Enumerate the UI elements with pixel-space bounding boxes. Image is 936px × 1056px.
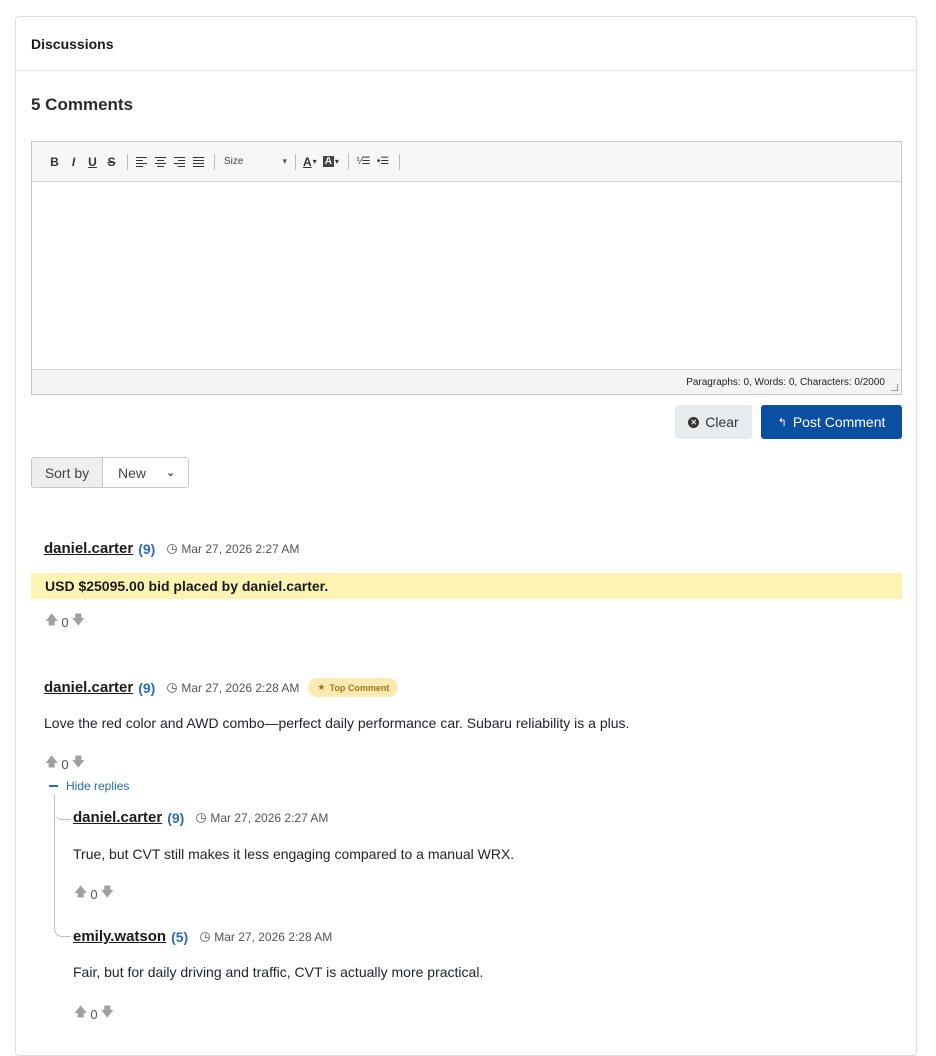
reply-header: daniel.carter (9) Mar 27, 2026 2:27 AM [73,809,328,826]
badge-label: Top Comment [329,682,390,693]
clear-button[interactable]: ✕ Clear [675,405,752,439]
bid-highlight: USD $25095.00 bid placed by daniel.carte… [31,573,902,599]
reply-timestamp: Mar 27, 2026 2:27 AM [196,811,328,825]
reply-username[interactable]: emily.watson [73,928,166,945]
background-color-icon[interactable]: A ▾ [321,152,341,172]
comment-timestamp: Mar 27, 2026 2:28 AM [167,681,299,695]
bold-icon[interactable]: B [46,152,63,172]
reply-votes: 🡅 0 🡇 [74,883,114,905]
align-left-icon[interactable] [133,152,150,172]
font-color-label: A [303,154,312,169]
reply-icon: ↰ [777,416,787,429]
comment-header: daniel.carter (9) Mar 27, 2026 2:28 AM ★… [44,678,399,697]
downvote-icon[interactable]: 🡇 [72,753,85,775]
editor-counts: Paragraphs: 0, Words: 0, Characters: 0/2… [686,376,885,388]
toolbar-separator [127,153,128,170]
minus-icon [49,785,58,787]
comment-text: Love the red color and AWD combo—perfect… [44,715,630,731]
star-icon: ★ [317,682,326,692]
vote-count: 0 [90,1006,98,1022]
panel-title: Discussions [16,17,916,71]
comment-text-area[interactable] [32,182,901,369]
clock-icon [196,812,207,823]
align-center-icon[interactable] [152,152,169,172]
timestamp-text: Mar 27, 2026 2:28 AM [214,929,333,944]
align-justify-icon[interactable] [190,152,207,172]
italic-icon[interactable]: I [65,152,82,172]
font-size-select[interactable]: Size ▾ [220,152,290,172]
toolbar-separator [214,153,215,170]
reply-votes: 🡅 0 🡇 [74,1003,114,1025]
comment-username[interactable]: daniel.carter [44,540,133,557]
sort-label: Sort by [32,458,103,487]
clock-icon [200,931,211,942]
toolbar-separator [398,153,400,170]
hide-replies-label: Hide replies [66,779,130,793]
comment-username[interactable]: daniel.carter [44,679,133,696]
upvote-icon[interactable]: 🡅 [45,611,58,633]
thread-connector [54,795,71,937]
post-comment-label: Post Comment [792,414,886,430]
clear-button-label: Clear [705,414,739,430]
underline-icon[interactable]: U [84,152,101,172]
upvote-icon[interactable]: 🡅 [74,883,87,905]
comment-header: daniel.carter (9) Mar 27, 2026 2:27 AM [44,540,299,557]
vote-count: 0 [61,756,69,772]
editor-toolbar: B I U S Size ▾ A ▾ A ▾ ⅟☰ •☰ [32,142,901,182]
vote-count: 0 [61,614,69,630]
timestamp-text: Mar 27, 2026 2:28 AM [181,680,300,695]
font-color-icon[interactable]: A ▾ [301,152,319,172]
top-comment-badge: ★ Top Comment [308,678,399,697]
upvote-icon[interactable]: 🡅 [74,1003,87,1025]
clock-icon [167,543,178,554]
font-size-label: Size [224,156,244,167]
discussions-panel: Discussions 5 Comments B I U S Size ▾ A … [15,16,917,1056]
reply-timestamp: Mar 27, 2026 2:28 AM [200,930,332,944]
reply-username[interactable]: daniel.carter [73,809,162,826]
caret-down-icon: ▾ [282,156,287,166]
timestamp-text: Mar 27, 2026 2:27 AM [181,541,300,556]
sort-control: Sort by New ⌄ [31,457,189,488]
reply-header: emily.watson (5) Mar 27, 2026 2:28 AM [73,928,332,945]
resize-handle-icon[interactable] [891,384,898,391]
clock-icon [167,682,178,693]
sort-select[interactable]: New ⌄ [103,458,188,487]
comment-votes: 🡅 0 🡇 [45,753,85,775]
toolbar-separator [347,153,349,170]
toolbar-separator [295,153,296,170]
user-reputation: (5) [171,928,189,945]
reply-text: Fair, but for daily driving and traffic,… [73,964,484,980]
sort-selected: New [118,464,147,481]
strikethrough-icon[interactable]: S [103,152,120,172]
user-reputation: (9) [167,809,185,826]
align-right-icon[interactable] [171,152,188,172]
unordered-list-icon[interactable]: •☰ [375,152,392,172]
chevron-down-icon: ⌄ [166,467,176,479]
comments-count: 5 Comments [31,95,134,114]
bg-color-label: A [322,156,334,167]
hide-replies-link[interactable]: Hide replies [49,779,129,793]
vote-count: 0 [90,886,98,902]
user-reputation: (9) [138,540,156,557]
timestamp-text: Mar 27, 2026 2:27 AM [210,810,329,825]
downvote-icon[interactable]: 🡇 [72,611,85,633]
downvote-icon[interactable]: 🡇 [101,883,114,905]
editor-status-bar: Paragraphs: 0, Words: 0, Characters: 0/2… [32,369,901,394]
ordered-list-icon[interactable]: ⅟☰ [354,152,373,172]
clear-icon: ✕ [688,416,700,428]
comment-timestamp: Mar 27, 2026 2:27 AM [167,542,299,556]
comment-editor: B I U S Size ▾ A ▾ A ▾ ⅟☰ •☰ Paragraphs:… [31,141,902,395]
upvote-icon[interactable]: 🡅 [45,753,58,775]
post-comment-button[interactable]: ↰ Post Comment [761,405,902,439]
comment-votes: 🡅 0 🡇 [45,611,85,633]
reply-text: True, but CVT still makes it less engagi… [73,846,515,862]
user-reputation: (9) [138,679,156,696]
downvote-icon[interactable]: 🡇 [101,1003,114,1025]
